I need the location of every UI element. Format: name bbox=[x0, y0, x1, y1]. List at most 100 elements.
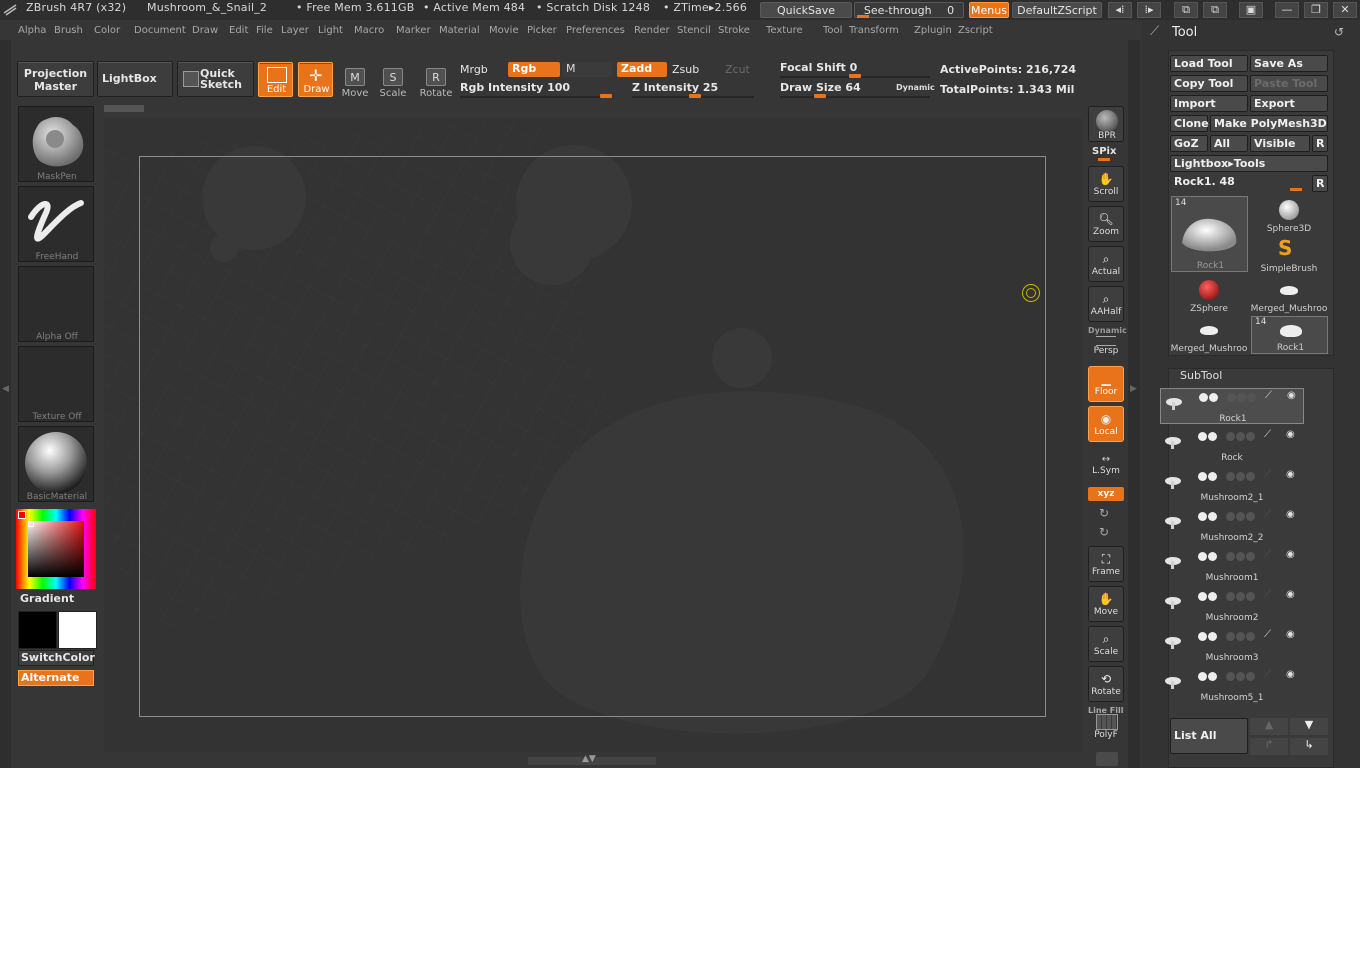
ui-layout-1-icon[interactable]: ⧉ bbox=[1174, 2, 1198, 18]
subtool-option-toggle-icon[interactable] bbox=[1236, 432, 1245, 441]
spix-slider[interactable]: SPix bbox=[1092, 146, 1116, 157]
tool-palette-title[interactable]: Tool bbox=[1172, 25, 1197, 40]
subtool-polypaint-toggle-icon[interactable] bbox=[1198, 592, 1207, 601]
floor-button[interactable]: ▁ Floor bbox=[1088, 366, 1124, 402]
lightbox-button[interactable]: LightBox bbox=[97, 61, 173, 97]
primary-color-swatch[interactable] bbox=[18, 611, 57, 649]
subtool-polypaint-toggle-icon[interactable] bbox=[1208, 512, 1217, 521]
tool-palette-reset-icon[interactable]: ↺ bbox=[1334, 25, 1344, 39]
tool-cell-zsphere[interactable]: ZSphere bbox=[1170, 276, 1248, 314]
subtool-option-toggle-icon[interactable] bbox=[1236, 472, 1245, 481]
subtool-option-toggle-icon[interactable] bbox=[1246, 512, 1255, 521]
subtool-row[interactable]: ⟋ ◉ Rock1 bbox=[1160, 388, 1304, 424]
subtool-brush-icon[interactable]: ⟋ bbox=[1264, 629, 1271, 640]
subtool-option-toggle-icon[interactable] bbox=[1247, 393, 1256, 402]
alpha-thumbnail[interactable] bbox=[18, 266, 94, 342]
list-all-button[interactable]: List All bbox=[1170, 718, 1248, 754]
bpr-button[interactable]: BPR bbox=[1088, 106, 1124, 142]
subtool-option-toggle-icon[interactable] bbox=[1226, 432, 1235, 441]
subtool-visibility-eye-icon[interactable]: ◉ bbox=[1286, 429, 1295, 440]
material-thumbnail[interactable] bbox=[18, 426, 94, 502]
subtool-polypaint-toggle-icon[interactable] bbox=[1198, 632, 1207, 641]
texture-thumbnail[interactable] bbox=[18, 346, 94, 422]
canvas-bottom-handle[interactable]: ▲▼ bbox=[528, 754, 656, 765]
zoom-button[interactable]: 🔍︎ Zoom bbox=[1088, 206, 1124, 242]
subtool-polypaint-toggle-icon[interactable] bbox=[1198, 472, 1207, 481]
xyz-toggle[interactable]: xyz bbox=[1088, 487, 1124, 501]
subtool-option-toggle-icon[interactable] bbox=[1246, 552, 1255, 561]
rgb-intensity-knob[interactable] bbox=[600, 94, 612, 98]
edit-mode-button[interactable]: Edit bbox=[258, 62, 293, 97]
subtool-brush-icon[interactable]: ⟋ bbox=[1264, 669, 1271, 680]
paste-tool-button[interactable]: Paste Tool bbox=[1250, 75, 1328, 92]
subtool-row[interactable]: ⟋ ◉ Mushroom1 bbox=[1160, 548, 1304, 584]
make-polymesh-button[interactable]: Make PolyMesh3D bbox=[1210, 115, 1328, 132]
subtool-brush-icon[interactable]: ⟋ bbox=[1264, 469, 1271, 480]
alternate-toggle[interactable]: Alternate bbox=[18, 670, 94, 686]
menu-marker[interactable]: Marker bbox=[396, 25, 431, 36]
right-collapse-arrow-icon[interactable]: ▶ bbox=[1130, 384, 1137, 394]
menu-preferences[interactable]: Preferences bbox=[566, 25, 625, 36]
subtool-polypaint-toggle-icon[interactable] bbox=[1199, 393, 1208, 402]
menu-stroke[interactable]: Stroke bbox=[718, 25, 750, 36]
subtool-polypaint-toggle-icon[interactable] bbox=[1209, 393, 1218, 402]
move-mode-button[interactable]: M Move bbox=[337, 62, 373, 100]
menu-file[interactable]: File bbox=[256, 25, 273, 36]
subtool-visibility-eye-icon[interactable]: ◉ bbox=[1286, 469, 1295, 480]
zsub-toggle[interactable]: Zsub bbox=[672, 63, 699, 76]
subtool-title[interactable]: SubTool bbox=[1180, 369, 1222, 382]
subtool-option-toggle-icon[interactable] bbox=[1246, 672, 1255, 681]
zadd-toggle[interactable]: Zadd bbox=[617, 62, 667, 77]
rgb-toggle[interactable]: Rgb bbox=[508, 62, 560, 77]
subtool-polypaint-toggle-icon[interactable] bbox=[1208, 552, 1217, 561]
tool-cell-merged-mushroom-2[interactable]: Merged_Mushroo bbox=[1170, 316, 1248, 354]
import-button[interactable]: Import bbox=[1170, 95, 1248, 112]
tool-cell-simplebrush[interactable]: S SimpleBrush bbox=[1250, 236, 1328, 274]
subtool-brush-icon[interactable]: ⟋ bbox=[1264, 509, 1271, 520]
color-picker[interactable] bbox=[16, 509, 96, 589]
subtool-polypaint-toggle-icon[interactable] bbox=[1208, 592, 1217, 601]
subtool-option-toggle-icon[interactable] bbox=[1226, 632, 1235, 641]
subtool-insert-icon[interactable]: ↳ bbox=[1290, 738, 1328, 755]
z-intensity-knob[interactable] bbox=[689, 94, 701, 98]
save-as-button[interactable]: Save As bbox=[1250, 55, 1328, 72]
subtool-option-toggle-icon[interactable] bbox=[1227, 393, 1236, 402]
subtool-option-toggle-icon[interactable] bbox=[1226, 512, 1235, 521]
scroll-button[interactable]: ✋ Scroll bbox=[1088, 166, 1124, 202]
rotate-y-icon[interactable]: ↻ bbox=[1099, 506, 1109, 520]
right-dock-strip[interactable]: ▶ bbox=[1128, 40, 1140, 768]
gradient-label[interactable]: Gradient bbox=[20, 592, 74, 605]
zcut-toggle[interactable]: Zcut bbox=[725, 63, 750, 76]
subtool-row[interactable]: ⟋ ◉ Mushroom3 bbox=[1160, 628, 1304, 664]
menu-layer[interactable]: Layer bbox=[281, 25, 309, 36]
aahalf-button[interactable]: ⌕ AAHalf bbox=[1088, 286, 1124, 322]
export-button[interactable]: Export bbox=[1250, 95, 1328, 112]
subtool-visibility-eye-icon[interactable]: ◉ bbox=[1286, 669, 1295, 680]
draw-mode-button[interactable]: ✛ Draw bbox=[298, 62, 333, 97]
subtool-visibility-eye-icon[interactable]: ◉ bbox=[1286, 509, 1295, 520]
document-canvas[interactable] bbox=[104, 118, 1082, 752]
spix-knob[interactable] bbox=[1098, 158, 1110, 161]
subtool-option-toggle-icon[interactable] bbox=[1246, 432, 1255, 441]
subtool-row[interactable]: ⟋ ◉ Mushroom2 bbox=[1160, 588, 1304, 624]
secondary-color-swatch[interactable] bbox=[58, 611, 97, 649]
load-tool-button[interactable]: Load Tool bbox=[1170, 55, 1248, 72]
current-tool-slider[interactable]: Rock1. 48 bbox=[1170, 175, 1310, 192]
clone-button[interactable]: Clone bbox=[1170, 115, 1209, 132]
lsym-button[interactable]: ↔ L.Sym bbox=[1088, 452, 1124, 478]
subtool-visibility-eye-icon[interactable]: ◉ bbox=[1286, 589, 1295, 600]
draw-size-slider[interactable]: Draw Size 64 bbox=[780, 81, 861, 94]
subtool-option-toggle-icon[interactable] bbox=[1246, 472, 1255, 481]
subtool-option-toggle-icon[interactable] bbox=[1236, 512, 1245, 521]
menu-draw[interactable]: Draw bbox=[192, 25, 218, 36]
quicksave-button[interactable]: QuickSave bbox=[760, 2, 852, 18]
menu-macro[interactable]: Macro bbox=[354, 25, 384, 36]
menu-picker[interactable]: Picker bbox=[527, 25, 557, 36]
subtool-row[interactable]: ⟋ ◉ Rock bbox=[1160, 428, 1304, 464]
brush-thumbnail[interactable] bbox=[18, 106, 94, 182]
goz-all-button[interactable]: All bbox=[1210, 135, 1248, 152]
copy-tool-button[interactable]: Copy Tool bbox=[1170, 75, 1248, 92]
menu-brush[interactable]: Brush bbox=[54, 25, 83, 36]
subtool-option-toggle-icon[interactable] bbox=[1236, 672, 1245, 681]
projection-master-button[interactable]: Projection Master bbox=[17, 61, 94, 97]
